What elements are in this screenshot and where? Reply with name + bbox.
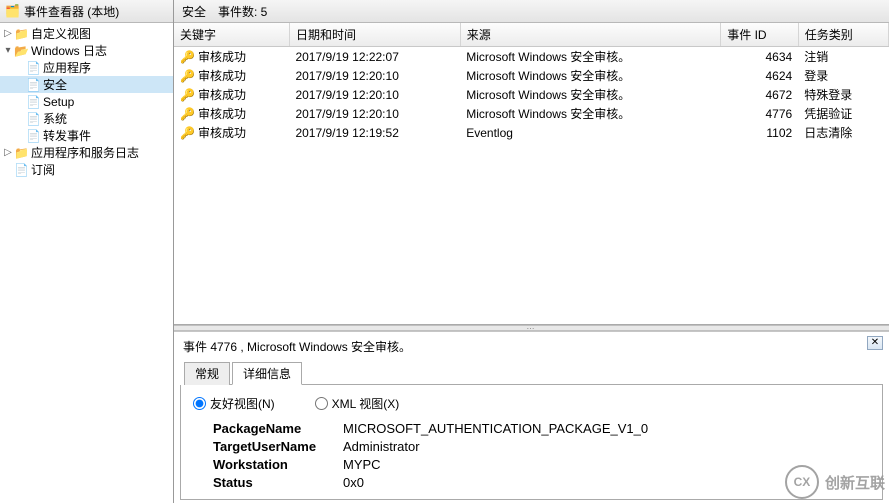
tree-item-6[interactable]: 📄转发事件 bbox=[0, 127, 173, 144]
key-icon: 🔑 bbox=[180, 50, 194, 64]
node-icon: 📄 bbox=[26, 61, 40, 75]
content-header: 安全 事件数: 5 bbox=[174, 0, 889, 23]
detail-field: PackageNameMICROSOFT_AUTHENTICATION_PACK… bbox=[213, 420, 870, 438]
view-radio-group: 友好视图(N) XML 视图(X) bbox=[193, 395, 870, 412]
column-header[interactable]: 日期和时间 bbox=[289, 23, 460, 47]
node-label: 转发事件 bbox=[43, 127, 91, 144]
table-row[interactable]: 🔑审核成功2017/9/19 12:19:52Eventlog1102日志清除 bbox=[174, 123, 889, 142]
detail-tabs: 常规 详细信息 bbox=[184, 361, 883, 385]
node-label: Windows 日志 bbox=[31, 42, 107, 59]
tree-item-8[interactable]: 📄订阅 bbox=[0, 161, 173, 178]
radio-friendly-view[interactable]: 友好视图(N) bbox=[193, 395, 275, 412]
detail-pane: ✕ 事件 4776 , Microsoft Windows 安全审核。 常规 详… bbox=[174, 331, 889, 503]
node-label: Setup bbox=[43, 95, 74, 109]
key-icon: 🔑 bbox=[180, 69, 194, 83]
sidebar-header: 🗂️ 事件查看器 (本地) bbox=[0, 0, 173, 23]
tree-item-5[interactable]: 📄系统 bbox=[0, 110, 173, 127]
column-header[interactable]: 任务类别 bbox=[798, 23, 888, 47]
content-area: 安全 事件数: 5 关键字日期和时间来源事件 ID任务类别 🔑审核成功2017/… bbox=[174, 0, 889, 503]
node-label: 订阅 bbox=[31, 161, 55, 178]
tree-item-3[interactable]: 📄安全 bbox=[0, 76, 173, 93]
radio-friendly-input[interactable] bbox=[193, 397, 206, 410]
key-icon: 🔑 bbox=[180, 126, 194, 140]
field-value: MYPC bbox=[343, 456, 381, 474]
field-value: 0x0 bbox=[343, 474, 364, 492]
content-title: 安全 bbox=[182, 3, 206, 20]
tree-item-2[interactable]: 📄应用程序 bbox=[0, 59, 173, 76]
sidebar-title: 事件查看器 (本地) bbox=[24, 3, 119, 20]
event-table: 关键字日期和时间来源事件 ID任务类别 🔑审核成功2017/9/19 12:22… bbox=[174, 23, 889, 142]
event-list[interactable]: 关键字日期和时间来源事件 ID任务类别 🔑审核成功2017/9/19 12:22… bbox=[174, 23, 889, 325]
node-icon: 📂 bbox=[14, 44, 28, 58]
tab-general[interactable]: 常规 bbox=[184, 362, 230, 385]
field-key: Workstation bbox=[213, 456, 343, 474]
tree-item-0[interactable]: ▷📁自定义视图 bbox=[0, 25, 173, 42]
node-icon: 📄 bbox=[14, 163, 28, 177]
node-label: 系统 bbox=[43, 110, 67, 127]
node-label: 应用程序和服务日志 bbox=[31, 144, 139, 161]
detail-field: TargetUserNameAdministrator bbox=[213, 438, 870, 456]
tree-item-4[interactable]: 📄Setup bbox=[0, 93, 173, 110]
event-viewer-icon: 🗂️ bbox=[5, 4, 20, 18]
node-icon: 📄 bbox=[26, 78, 40, 92]
field-key: PackageName bbox=[213, 420, 343, 438]
column-header[interactable]: 关键字 bbox=[174, 23, 289, 47]
event-count: 事件数: 5 bbox=[218, 3, 267, 20]
node-label: 应用程序 bbox=[43, 59, 91, 76]
table-row[interactable]: 🔑审核成功2017/9/19 12:20:10Microsoft Windows… bbox=[174, 85, 889, 104]
column-header[interactable]: 来源 bbox=[460, 23, 720, 47]
expand-icon[interactable]: ▾ bbox=[2, 45, 14, 56]
key-icon: 🔑 bbox=[180, 107, 194, 121]
detail-field: Status0x0 bbox=[213, 474, 870, 492]
field-value: Administrator bbox=[343, 438, 420, 456]
field-key: TargetUserName bbox=[213, 438, 343, 456]
detail-field: WorkstationMYPC bbox=[213, 456, 870, 474]
key-icon: 🔑 bbox=[180, 88, 194, 102]
table-row[interactable]: 🔑审核成功2017/9/19 12:20:10Microsoft Windows… bbox=[174, 104, 889, 123]
tree-item-7[interactable]: ▷📁应用程序和服务日志 bbox=[0, 144, 173, 161]
table-row[interactable]: 🔑审核成功2017/9/19 12:22:07Microsoft Windows… bbox=[174, 47, 889, 67]
detail-fields: PackageNameMICROSOFT_AUTHENTICATION_PACK… bbox=[213, 420, 870, 492]
node-label: 安全 bbox=[43, 76, 67, 93]
expand-icon[interactable]: ▷ bbox=[2, 28, 14, 39]
node-icon: 📄 bbox=[26, 129, 40, 143]
detail-title: 事件 4776 , Microsoft Windows 安全审核。 bbox=[180, 336, 883, 361]
field-value: MICROSOFT_AUTHENTICATION_PACKAGE_V1_0 bbox=[343, 420, 648, 438]
node-icon: 📁 bbox=[14, 27, 28, 41]
node-label: 自定义视图 bbox=[31, 25, 91, 42]
tab-body: 友好视图(N) XML 视图(X) PackageNameMICROSOFT_A… bbox=[180, 385, 883, 500]
node-icon: 📁 bbox=[14, 146, 28, 160]
column-header[interactable]: 事件 ID bbox=[721, 23, 798, 47]
close-detail-button[interactable]: ✕ bbox=[867, 336, 883, 350]
tree-item-1[interactable]: ▾📂Windows 日志 bbox=[0, 42, 173, 59]
table-row[interactable]: 🔑审核成功2017/9/19 12:20:10Microsoft Windows… bbox=[174, 66, 889, 85]
expand-icon[interactable]: ▷ bbox=[2, 147, 14, 158]
radio-xml-input[interactable] bbox=[315, 397, 328, 410]
sidebar: 🗂️ 事件查看器 (本地) ▷📁自定义视图▾📂Windows 日志📄应用程序📄安… bbox=[0, 0, 174, 503]
node-icon: 📄 bbox=[26, 112, 40, 126]
field-key: Status bbox=[213, 474, 343, 492]
tree[interactable]: ▷📁自定义视图▾📂Windows 日志📄应用程序📄安全📄Setup📄系统📄转发事… bbox=[0, 23, 173, 503]
radio-xml-view[interactable]: XML 视图(X) bbox=[315, 395, 400, 412]
tab-details[interactable]: 详细信息 bbox=[232, 362, 302, 385]
node-icon: 📄 bbox=[26, 95, 40, 109]
